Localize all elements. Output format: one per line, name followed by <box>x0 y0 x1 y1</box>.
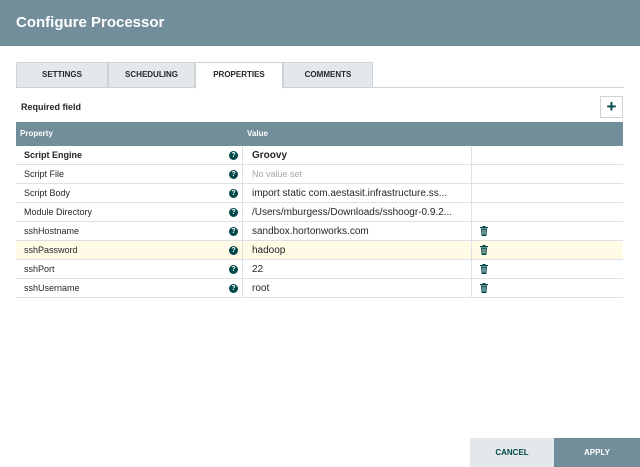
row-actions <box>472 203 623 222</box>
help-icon[interactable]: ? <box>229 246 238 255</box>
help-icon[interactable]: ? <box>229 151 238 160</box>
add-property-button[interactable]: + <box>600 96 623 118</box>
property-value[interactable]: root <box>244 279 472 298</box>
cancel-button[interactable]: CANCEL <box>470 438 554 467</box>
property-value[interactable]: Groovy <box>244 146 472 165</box>
table-row: Script Engine ? Groovy <box>16 146 623 165</box>
tab-properties[interactable]: PROPERTIES <box>195 62 283 89</box>
table-row: Script Body ? import static com.aestasit… <box>16 184 623 203</box>
trash-icon[interactable] <box>480 283 488 293</box>
table-row: sshPassword ? hadoop <box>16 241 623 260</box>
table-row: sshUsername ? root <box>16 279 623 298</box>
table-row: sshHostname ? sandbox.hortonworks.com <box>16 222 623 241</box>
trash-icon[interactable] <box>480 264 488 274</box>
required-field-label: Required field <box>21 102 82 112</box>
row-actions <box>472 241 623 260</box>
property-value[interactable]: /Users/mburgess/Downloads/sshoogr-0.9.2.… <box>244 203 472 222</box>
help-icon[interactable]: ? <box>229 284 238 293</box>
property-name: Script File <box>16 165 243 184</box>
row-actions <box>472 279 623 298</box>
help-icon[interactable]: ? <box>229 170 238 179</box>
trash-icon[interactable] <box>480 226 488 236</box>
properties-table: Property Value Script Engine ? Groovy Sc… <box>16 122 623 298</box>
row-actions <box>472 222 623 241</box>
row-actions <box>472 260 623 279</box>
table-row: Script File ? No value set <box>16 165 623 184</box>
property-column-header: Property <box>20 129 53 138</box>
property-name: Script Engine <box>16 146 243 165</box>
help-icon[interactable]: ? <box>229 265 238 274</box>
tab-comments[interactable]: COMMENTS <box>283 62 373 88</box>
row-actions <box>472 184 623 203</box>
help-icon[interactable]: ? <box>229 189 238 198</box>
help-icon[interactable]: ? <box>229 208 238 217</box>
help-icon[interactable]: ? <box>229 227 238 236</box>
apply-button[interactable]: APPLY <box>554 438 640 467</box>
tab-settings[interactable]: SETTINGS <box>16 62 108 88</box>
row-actions <box>472 165 623 184</box>
trash-icon[interactable] <box>480 245 488 255</box>
row-actions <box>472 146 623 165</box>
property-value[interactable]: 22 <box>244 260 472 279</box>
property-name: sshUsername <box>16 279 243 298</box>
property-value[interactable]: hadoop <box>244 241 472 260</box>
value-column-header: Value <box>247 129 268 138</box>
dialog-title: Configure Processor <box>16 14 165 31</box>
table-header: Property Value <box>16 122 623 146</box>
dialog-header: Configure Processor <box>0 0 640 46</box>
tab-scheduling[interactable]: SCHEDULING <box>108 62 195 88</box>
property-value[interactable]: import static com.aestasit.infrastructur… <box>244 184 472 203</box>
tab-bar: SETTINGS SCHEDULING PROPERTIES COMMENTS <box>16 62 624 89</box>
table-row: Module Directory ? /Users/mburgess/Downl… <box>16 203 623 222</box>
property-name: Script Body <box>16 184 243 203</box>
table-row: sshPort ? 22 <box>16 260 623 279</box>
property-name: sshHostname <box>16 222 243 241</box>
property-name: Module Directory <box>16 203 243 222</box>
dialog-footer: CANCEL APPLY <box>0 438 640 467</box>
property-name: sshPort <box>16 260 243 279</box>
property-value[interactable]: No value set <box>244 165 472 184</box>
property-name: sshPassword <box>16 241 243 260</box>
property-value[interactable]: sandbox.hortonworks.com <box>244 222 472 241</box>
